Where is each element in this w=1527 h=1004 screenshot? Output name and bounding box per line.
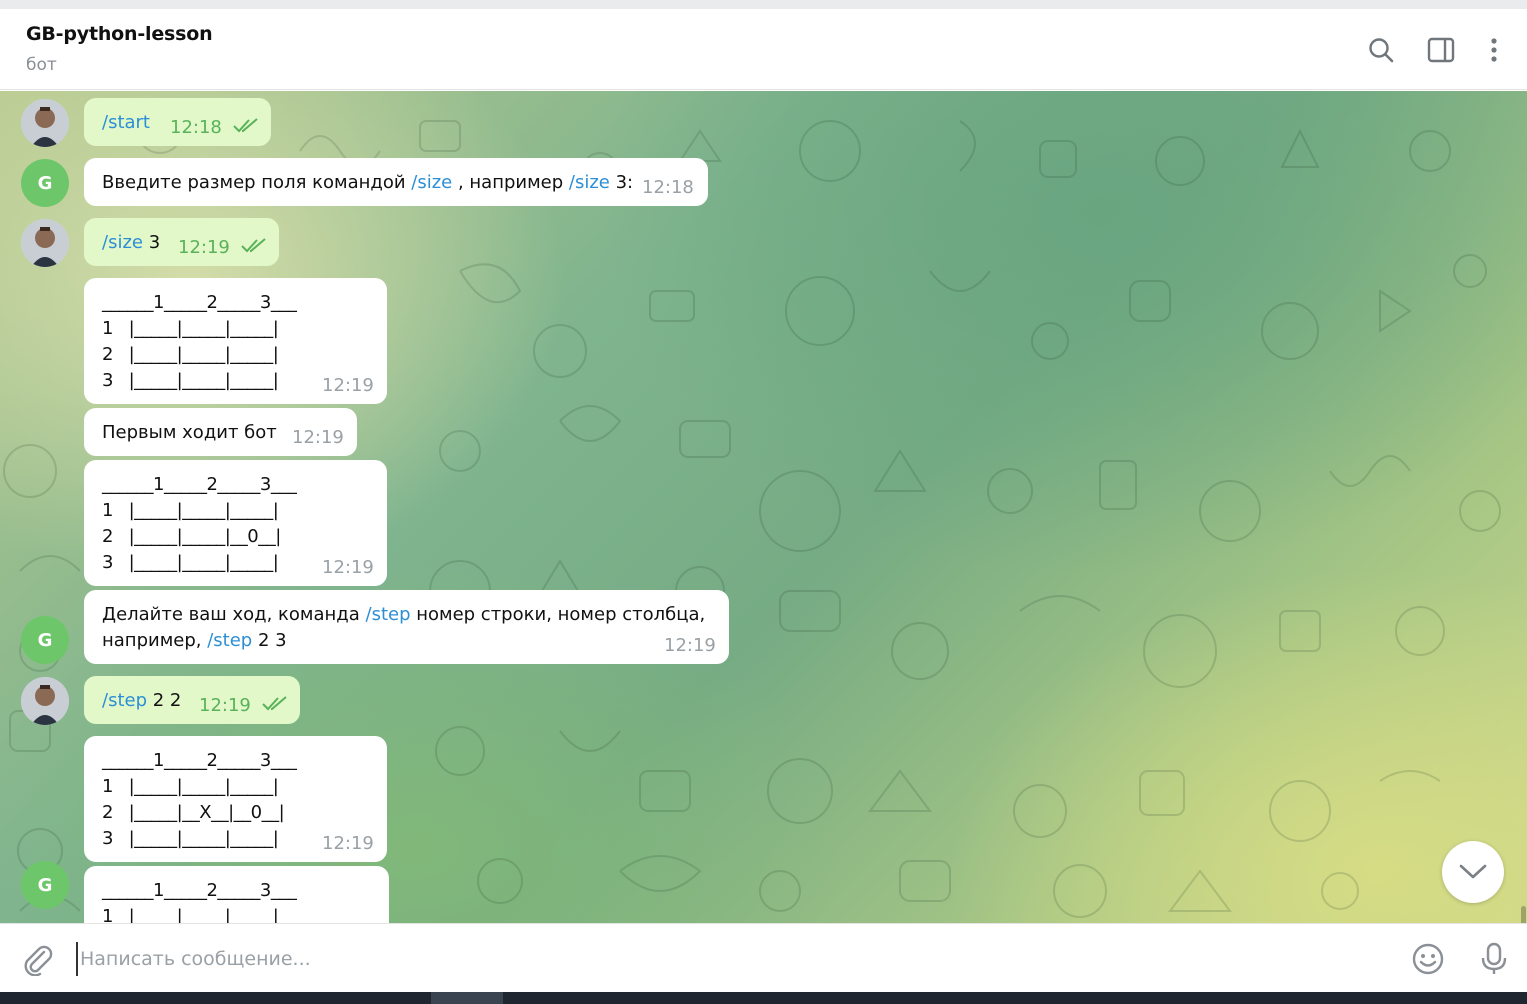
microphone-icon[interactable] (1477, 942, 1511, 976)
message-text: например, (102, 630, 208, 651)
board-line: ______1_____2_____3___ (102, 750, 297, 771)
message-bubble-out[interactable]: /start 12:18 (84, 98, 271, 146)
chat-area[interactable]: /start 12:18 G Введите размер поля коман… (0, 91, 1527, 923)
scroll-down-button[interactable] (1442, 841, 1504, 903)
chevron-down-icon (1459, 864, 1487, 879)
sidebar-toggle-icon[interactable] (1426, 35, 1456, 65)
chat-title[interactable]: GB-python-lesson (26, 23, 213, 45)
bot-avatar[interactable]: G (21, 861, 69, 909)
window-top-strip (0, 0, 1527, 9)
message-time: 12:18 (170, 117, 222, 138)
command-link[interactable]: /step (102, 690, 147, 711)
message-time: 12:19 (199, 695, 251, 716)
board-line: 1 |_____|_____|_____| (102, 500, 279, 521)
message-bubble-in[interactable]: Делайте ваш ход, команда /step номер стр… (84, 590, 729, 664)
board-line: ______1_____2_____3___ (102, 474, 297, 495)
board-line: 1 |_____|_____|_____| (102, 906, 279, 923)
board-line: 1 |_____|_____|_____| (102, 318, 279, 339)
message-text: , например (452, 172, 569, 193)
taskbar-item[interactable] (431, 992, 503, 1004)
board-line: 2 |_____|__X__|__0__| (102, 802, 285, 823)
double-check-icon (233, 118, 258, 133)
board-line: ______1_____2_____3___ (102, 292, 297, 313)
message-text: 2 3 (252, 630, 287, 651)
command-link[interactable]: /size (411, 172, 452, 193)
message-input[interactable] (76, 942, 1376, 976)
message-time: 12:19 (322, 833, 374, 854)
scrollbar[interactable] (1521, 906, 1526, 923)
message-bubble-in[interactable]: ______1_____2_____3___ 1 |_____|_____|__… (84, 866, 389, 923)
command-link[interactable]: /start (102, 112, 150, 133)
message-bubble-in[interactable]: ______1_____2_____3___ 1 |_____|_____|__… (84, 460, 387, 586)
message-bubble-in[interactable]: Введите размер поля командой /size , нап… (84, 158, 708, 206)
attach-icon[interactable] (20, 942, 54, 977)
search-icon[interactable] (1366, 35, 1396, 65)
double-check-icon (241, 238, 266, 253)
message-text: 3: (609, 172, 634, 193)
message-text: номер строки, номер столбца, (410, 604, 706, 625)
message-bubble-out[interactable]: /step 2 2 12:19 (84, 676, 300, 724)
message-time: 12:19 (664, 635, 716, 656)
command-link[interactable]: /step (366, 604, 411, 625)
bot-avatar[interactable]: G (21, 616, 69, 664)
user-avatar[interactable] (21, 677, 69, 725)
message-bubble-in[interactable]: Первым ходит бот 12:19 (84, 408, 357, 456)
message-text: 2 2 (147, 690, 182, 711)
message-bubble-in[interactable]: ______1_____2_____3___ 1 |_____|_____|__… (84, 278, 387, 404)
message-text: 3 (142, 232, 161, 253)
message-time: 12:18 (642, 177, 694, 198)
os-taskbar (0, 992, 1527, 1004)
message-composer[interactable] (0, 923, 1527, 992)
message-bubble-in[interactable]: ______1_____2_____3___ 1 |_____|_____|__… (84, 736, 387, 862)
message-time: 12:19 (322, 557, 374, 578)
command-link[interactable]: /size (102, 232, 143, 253)
more-vertical-icon[interactable] (1479, 35, 1509, 65)
user-avatar[interactable] (21, 219, 69, 267)
message-text: Введите размер поля командой (102, 172, 412, 193)
board-line: ______1_____2_____3___ (102, 880, 297, 901)
bot-avatar[interactable]: G (21, 159, 69, 207)
emoji-icon[interactable] (1411, 942, 1445, 976)
message-text: Делайте ваш ход, команда (102, 604, 366, 625)
board-line: 2 |_____|_____|__0__| (102, 526, 281, 547)
user-avatar[interactable] (21, 99, 69, 147)
board-line: 1 |_____|_____|_____| (102, 776, 279, 797)
command-link[interactable]: /step (207, 630, 252, 651)
chat-header[interactable]: GB-python-lesson бот (0, 9, 1527, 90)
message-time: 12:19 (322, 375, 374, 396)
chat-subtitle: бот (26, 55, 57, 75)
command-link[interactable]: /size (569, 172, 610, 193)
message-time: 12:19 (292, 427, 344, 448)
board-line: 2 |_____|_____|_____| (102, 344, 279, 365)
double-check-icon (262, 696, 287, 711)
message-text: Первым ходит бот (102, 422, 277, 443)
message-time: 12:19 (178, 237, 230, 258)
message-bubble-out[interactable]: /size 3 12:19 (84, 218, 279, 266)
